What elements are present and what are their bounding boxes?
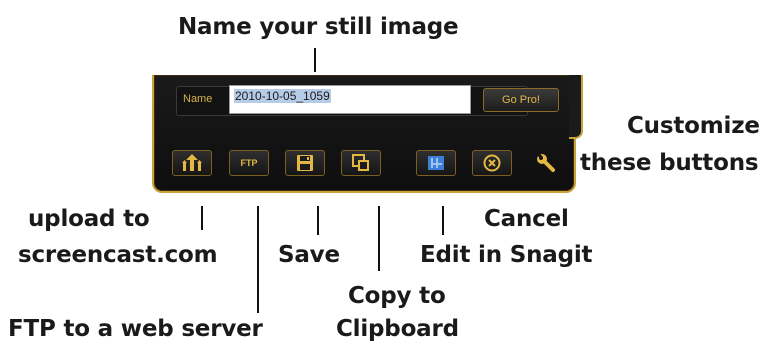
callout-customize-line1: Customize [627,113,760,139]
wrench-icon [537,153,555,172]
callout-upload-line1: upload to [28,206,150,232]
save-button[interactable] [285,150,325,176]
callout-edit: Edit in Snagit [420,242,593,268]
leader-name [314,48,316,72]
snagit-editor-icon [428,156,444,170]
leader-upload [201,206,203,230]
edit-snagit-button[interactable] [416,150,456,176]
image-name-input[interactable]: 2010-10-05_1059 [229,85,471,114]
leader-edit [442,206,444,235]
leader-copy [378,206,380,271]
cancel-circle-x-icon [483,154,501,172]
cancel-button[interactable] [472,150,512,176]
leader-ftp [257,206,259,313]
leader-save [317,206,319,235]
callout-ftp: FTP to a web server [8,316,263,342]
callout-cancel: Cancel [484,206,569,232]
copy-clipboard-button[interactable] [341,150,381,176]
go-pro-button[interactable]: Go Pro! [483,88,559,112]
floppy-disk-icon [297,155,313,171]
copy-icon [352,154,369,171]
ftp-button[interactable]: FTP [229,150,269,176]
toolbar-panel-tab [569,75,583,139]
upload-icon [182,154,202,171]
name-label: Name [183,93,213,105]
callout-copy-line1: Copy to [348,283,446,309]
callout-upload-line2: screencast.com [18,242,218,268]
callout-save: Save [278,242,340,268]
callout-name-image: Name your still image [178,14,459,40]
image-name-value: 2010-10-05_1059 [234,89,331,103]
callout-customize-line2: these buttons [580,150,759,176]
customize-buttons-button[interactable] [532,150,560,176]
upload-screencast-button[interactable] [172,150,212,176]
callout-copy-line2: Clipboard [336,316,459,342]
ftp-icon: FTP [240,158,258,168]
